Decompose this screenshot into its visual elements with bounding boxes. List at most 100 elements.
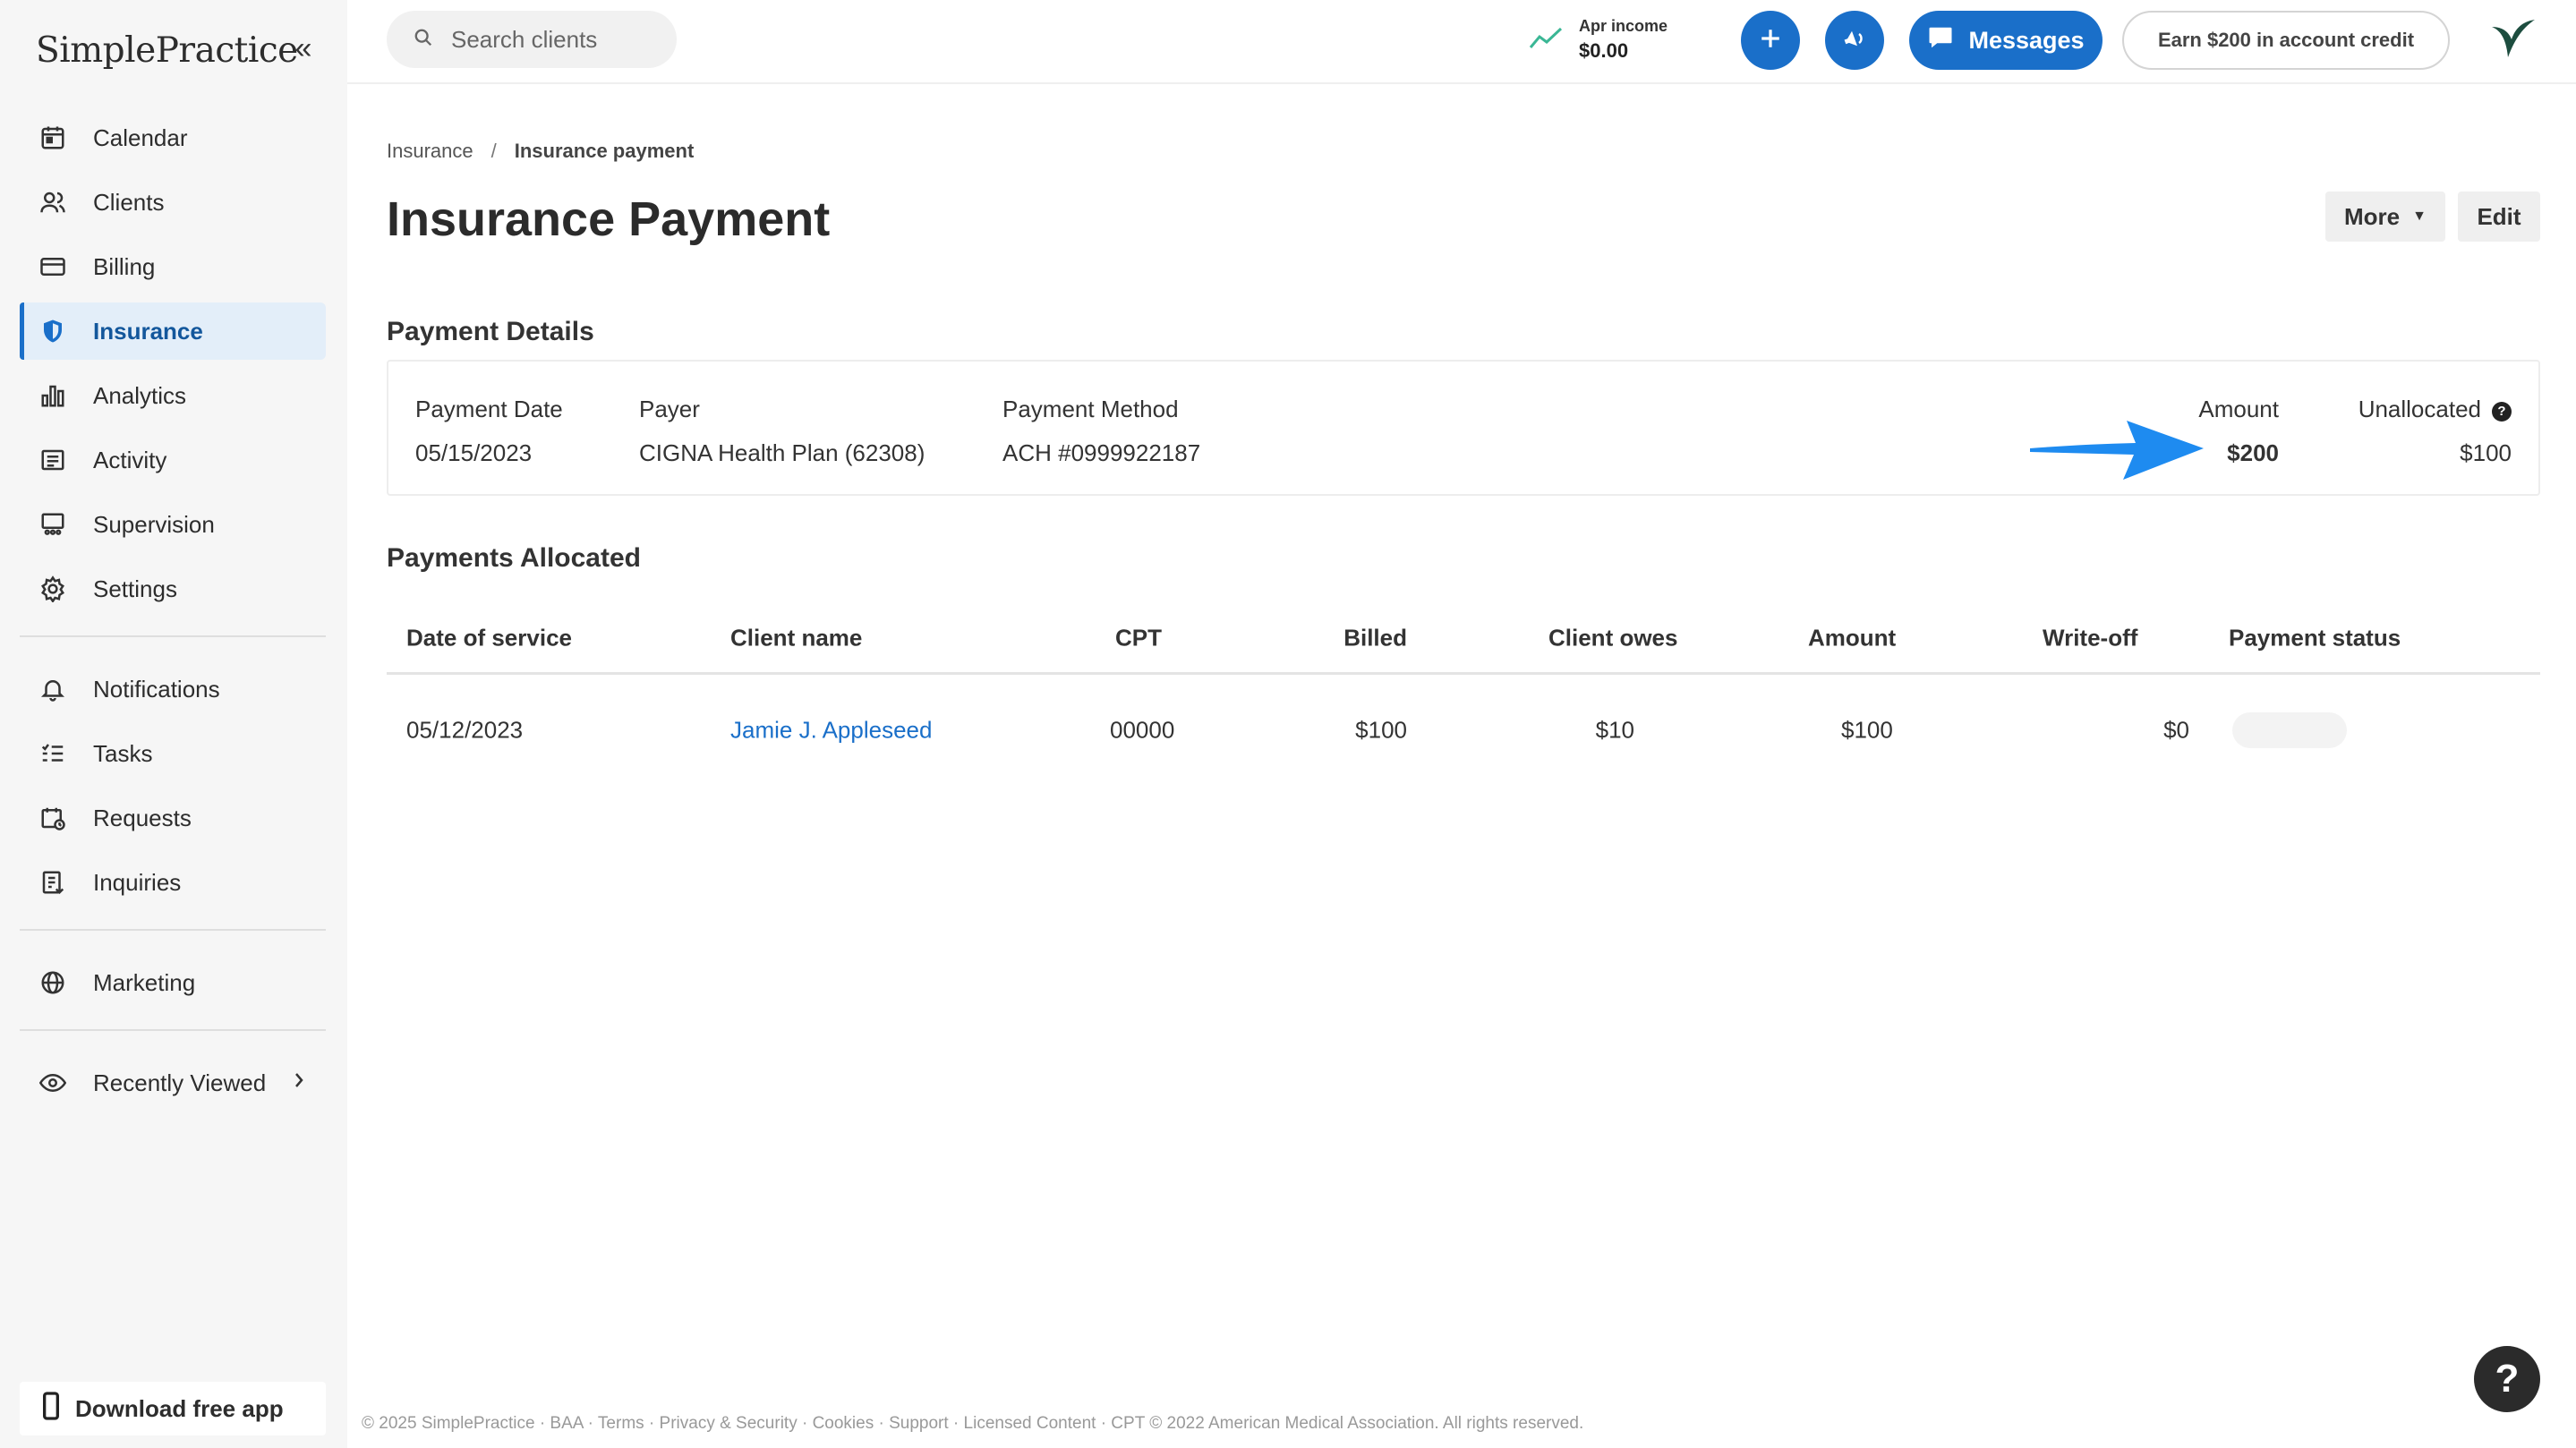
breadcrumb-insurance-link[interactable]: Insurance (387, 140, 473, 163)
sidebar-item-analytics[interactable]: Analytics (20, 367, 326, 424)
col-payment-status: Payment status (2229, 624, 2401, 651)
sidebar-item-label: Activity (93, 446, 167, 473)
sidebar-item-label: Settings (93, 575, 177, 602)
double-chevron-left-icon: « (294, 30, 312, 65)
sidebar-item-inquiries[interactable]: Inquiries (20, 854, 326, 911)
sidebar-item-label: Tasks (93, 739, 153, 767)
sidebar-divider (20, 635, 326, 637)
payment-status-badge (2232, 712, 2347, 748)
payment-details-title: Payment Details (387, 317, 594, 346)
sidebar-item-calendar[interactable]: Calendar (20, 109, 326, 166)
more-dropdown-button[interactable]: More ▼ (2325, 192, 2445, 242)
download-app-label: Download free app (75, 1394, 284, 1422)
amount-label: Amount (2198, 396, 2279, 422)
supervision-icon (38, 509, 68, 540)
page-title: Insurance Payment (387, 192, 831, 246)
sidebar-item-activity[interactable]: Activity (20, 431, 326, 489)
sidebar-item-label: Requests (93, 804, 192, 831)
payment-details-card: Payment Date 05/15/2023 Payer CIGNA Heal… (387, 360, 2540, 496)
sidebar-item-label: Supervision (93, 510, 215, 538)
sidebar-item-billing[interactable]: Billing (20, 238, 326, 295)
gear-icon (38, 574, 68, 604)
globe-icon (38, 967, 68, 998)
logo-text: SimplePractice (36, 30, 298, 71)
collapse-sidebar-button[interactable]: « (288, 30, 319, 66)
income-summary[interactable]: Apr income $0.00 (1529, 13, 1668, 66)
payment-date-label: Payment Date (415, 396, 563, 422)
earn-credit-button[interactable]: Earn $200 in account credit (2122, 11, 2450, 70)
sidebar-item-insurance[interactable]: Insurance (20, 302, 326, 360)
sidebar-item-tasks[interactable]: Tasks (20, 725, 326, 782)
col-date-of-service: Date of service (406, 624, 572, 651)
cell-cpt: 00000 (1110, 716, 1175, 744)
announcements-button[interactable] (1825, 11, 1884, 70)
amount-field: Amount $200 (2198, 396, 2279, 467)
col-write-off: Write-off (2043, 624, 2138, 651)
megaphone-icon (1841, 25, 1868, 56)
payment-method-value: ACH #0999922187 (1002, 439, 1201, 466)
sidebar-nav: Calendar Clients Billing Insurance Analy… (20, 109, 326, 1119)
sidebar-item-label: Billing (93, 252, 156, 280)
cell-date-of-service: 05/12/2023 (406, 716, 524, 744)
sidebar-item-clients[interactable]: Clients (20, 174, 326, 231)
payments-allocated-table: Date of service Client name CPT Billed C… (387, 603, 2540, 786)
sidebar-divider (20, 1029, 326, 1031)
sidebar-item-label: Inquiries (93, 868, 182, 896)
income-value: $0.00 (1579, 38, 1629, 62)
edit-button[interactable]: Edit (2458, 192, 2540, 242)
tasks-icon (38, 738, 68, 769)
breadcrumb: Insurance / Insurance payment (387, 140, 694, 163)
sidebar-item-label: Recently Viewed (93, 1069, 267, 1096)
sidebar-item-requests[interactable]: Requests (20, 789, 326, 847)
calendar-icon (38, 123, 68, 153)
avatar[interactable] (2485, 13, 2540, 68)
messages-button[interactable]: Messages (1909, 11, 2103, 70)
sidebar-item-marketing[interactable]: Marketing (20, 954, 326, 1011)
col-billed: Billed (1343, 624, 1407, 651)
shield-icon (38, 316, 68, 346)
income-label: Apr income (1579, 16, 1668, 35)
bell-icon (38, 674, 68, 704)
requests-icon (38, 803, 68, 833)
more-label: More (2344, 202, 2401, 230)
phone-icon (41, 1391, 61, 1427)
question-mark-icon: ? (2495, 1357, 2520, 1401)
sidebar-item-notifications[interactable]: Notifications (20, 660, 326, 718)
cell-billed: $100 (1355, 716, 1407, 744)
table-row: 05/12/2023 Jamie J. Appleseed 00000 $100… (387, 675, 2540, 786)
sidebar-item-supervision[interactable]: Supervision (20, 496, 326, 553)
cell-write-off: $0 (2163, 716, 2189, 744)
sidebar-item-label: Calendar (93, 124, 188, 151)
col-amount: Amount (1808, 624, 1897, 651)
activity-icon (38, 445, 68, 475)
search-input[interactable] (451, 25, 657, 54)
eye-icon (38, 1068, 68, 1098)
sidebar-item-recently-viewed[interactable]: Recently Viewed (20, 1054, 326, 1112)
payment-method-label: Payment Method (1002, 396, 1179, 422)
trend-up-icon (1529, 26, 1565, 54)
earn-credit-label: Earn $200 in account credit (2157, 29, 2415, 51)
help-button[interactable]: ? (2474, 1346, 2540, 1412)
sidebar-item-settings[interactable]: Settings (20, 560, 326, 618)
cell-client-owes: $10 (1595, 716, 1634, 744)
chat-bubble-icon (1927, 25, 1954, 56)
clients-icon (38, 187, 68, 217)
billing-icon (38, 251, 68, 282)
search-box[interactable] (387, 11, 677, 68)
col-client-owes: Client owes (1548, 624, 1678, 651)
sidebar: SimplePractice « Calendar Clients Billin… (0, 0, 347, 1448)
top-bar: Apr income $0.00 Messages Earn $200 in a… (347, 0, 2576, 84)
col-client-name: Client name (730, 624, 863, 651)
sidebar-divider (20, 929, 326, 931)
download-app-button[interactable]: Download free app (20, 1382, 326, 1435)
sidebar-item-label: Marketing (93, 968, 196, 996)
chevron-right-icon (290, 1069, 308, 1097)
help-icon[interactable]: ? (2492, 401, 2512, 422)
simplepractice-logo[interactable]: SimplePractice (36, 23, 298, 77)
add-button[interactable] (1741, 11, 1800, 70)
sidebar-item-label: Notifications (93, 675, 220, 703)
messages-label: Messages (1968, 26, 2085, 54)
payments-allocated-title: Payments Allocated (387, 543, 641, 573)
sidebar-item-label: Analytics (93, 381, 187, 409)
client-link[interactable]: Jamie J. Appleseed (730, 717, 932, 744)
